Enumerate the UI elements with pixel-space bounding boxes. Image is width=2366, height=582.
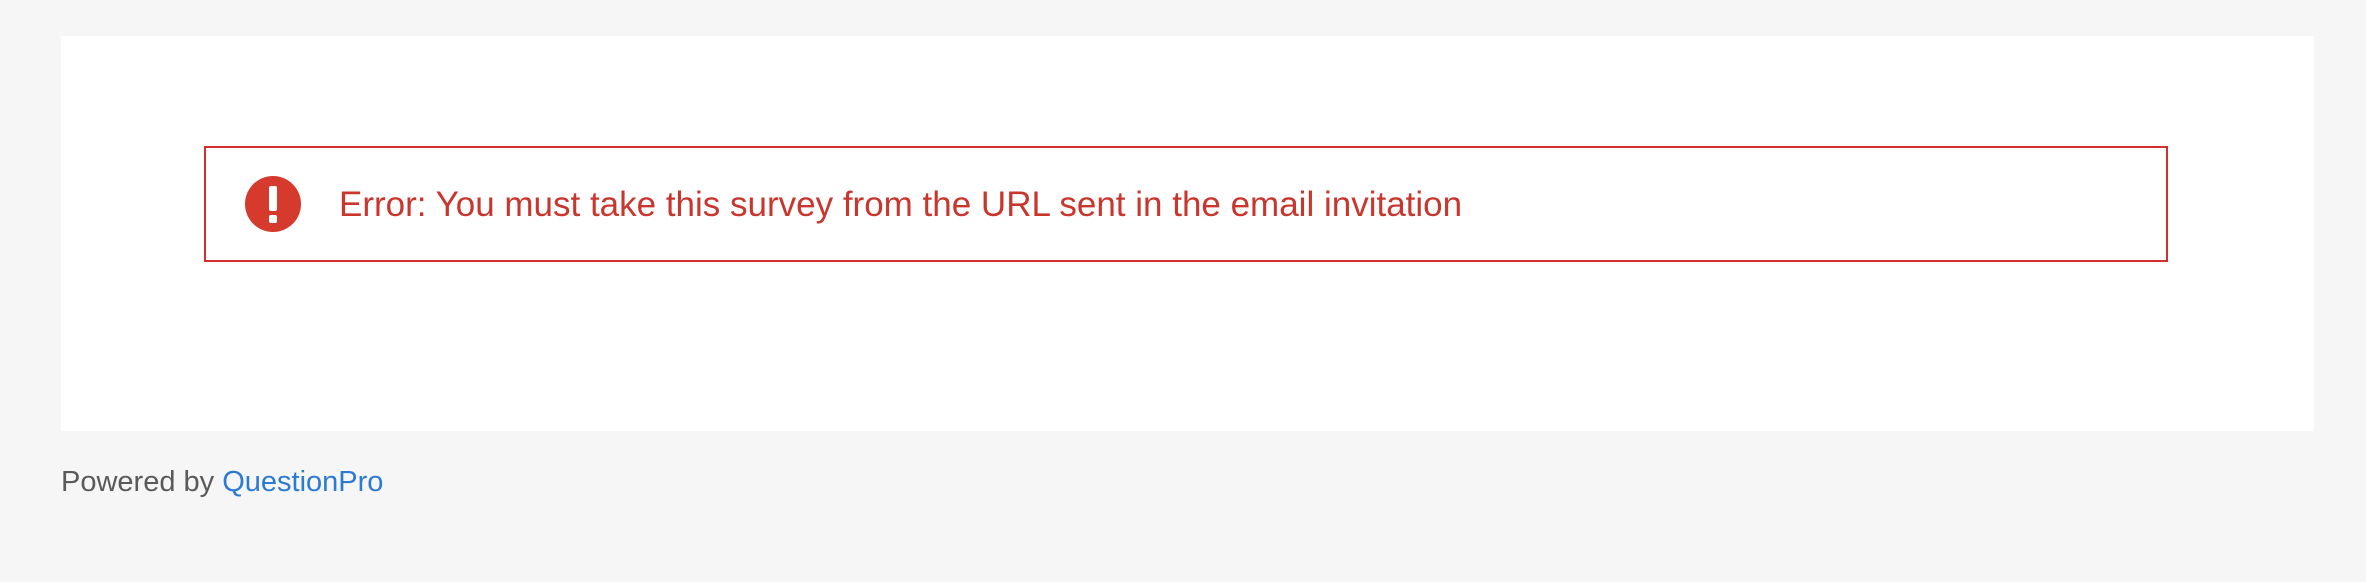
questionpro-link[interactable]: QuestionPro xyxy=(222,466,383,498)
exclamation-circle-icon xyxy=(245,176,301,232)
error-message: Error: You must take this survey from th… xyxy=(339,184,1463,224)
error-message-box: Error: You must take this survey from th… xyxy=(204,146,2168,262)
powered-by-label: Powered by xyxy=(61,466,215,498)
error-card: Error: You must take this survey from th… xyxy=(61,36,2314,431)
exclamation-dot xyxy=(269,215,277,223)
exclamation-bar xyxy=(269,186,277,211)
powered-by-footer: Powered by QuestionPro xyxy=(61,466,383,499)
